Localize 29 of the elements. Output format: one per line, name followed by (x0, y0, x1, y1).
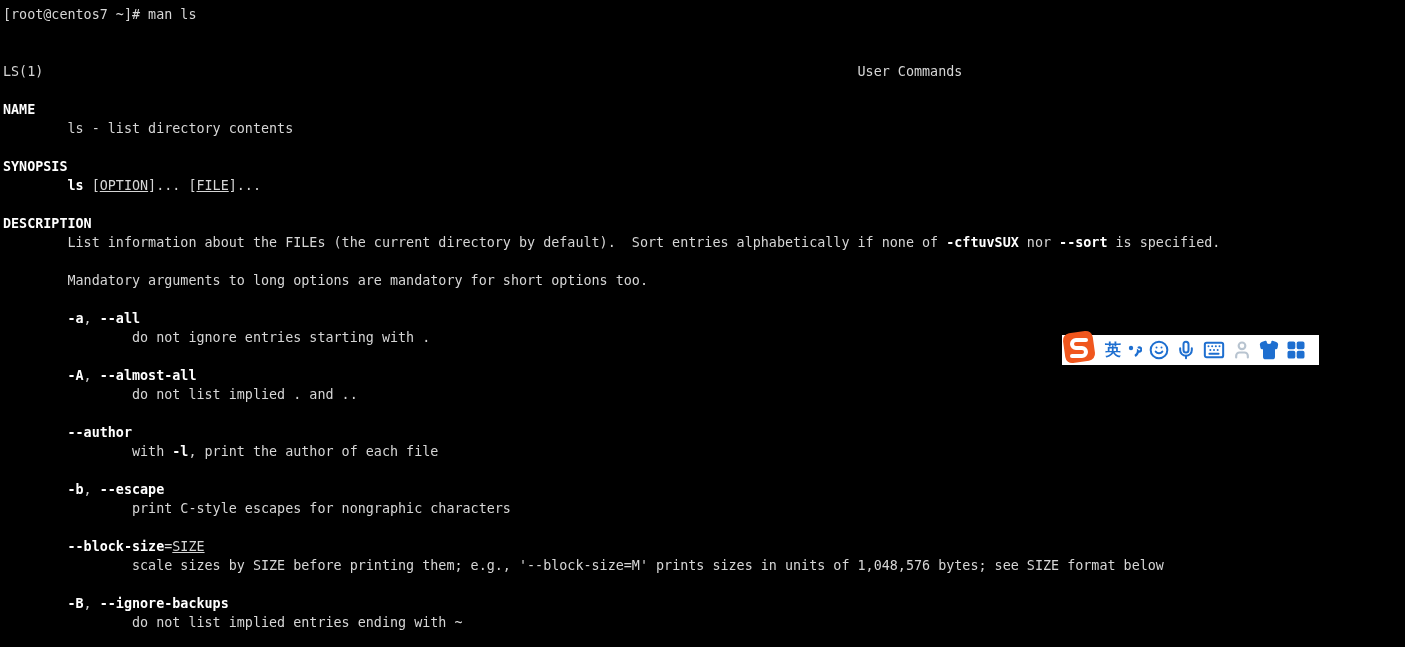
option-name: --author (67, 424, 132, 442)
paragraph-text: List information about the FILEs (the current directory by default). Sort entries alphabetically if none of -cftuvSUX nor --sort is specified. (67, 234, 1221, 252)
s-logo-icon[interactable] (1062, 330, 1098, 364)
option-description: print C-style escapes for nongraphic characters (132, 500, 511, 518)
option-name: -B, --ignore-backups (67, 595, 229, 613)
section-heading: NAME (3, 101, 36, 119)
option-description: scale sizes by SIZE before printing them; e.g., '--block-size=M' prints sizes in units of 1,048,576 bytes; see SIZE format below (132, 557, 1164, 575)
option-description: do not ignore entries starting with . (132, 329, 431, 347)
man-page-name: LS(1) (3, 63, 45, 81)
shell-prompt: [root@centos7 ~]# man ls (3, 6, 197, 24)
grid-icon[interactable] (1286, 340, 1306, 360)
option-name: -A, --almost-all (67, 367, 197, 385)
man-section-title: User Commands (857, 63, 963, 81)
paragraph-text: ls [OPTION]... [FILE]... (67, 177, 261, 195)
shirt-icon[interactable] (1259, 340, 1279, 360)
section-heading: DESCRIPTION (3, 215, 92, 233)
keyboard-icon[interactable] (1203, 339, 1225, 361)
option-description: do not list implied entries ending with ~ (132, 614, 463, 632)
option-description: with -l, print the author of each file (132, 443, 439, 461)
smiley-icon[interactable] (1149, 340, 1169, 360)
paragraph-text: ls - list directory contents (67, 120, 294, 138)
option-name: --block-size=SIZE (67, 538, 205, 556)
option-name: -b, --escape (67, 481, 165, 499)
option-description: do not list implied . and .. (132, 386, 358, 404)
section-heading: SYNOPSIS (3, 158, 68, 176)
microphone-icon[interactable] (1176, 340, 1196, 360)
language-toggle[interactable]: 英 (1105, 342, 1121, 358)
option-name: -a, --all (67, 310, 141, 328)
paragraph-text: Mandatory arguments to long options are mandatory for short options too. (67, 272, 648, 290)
